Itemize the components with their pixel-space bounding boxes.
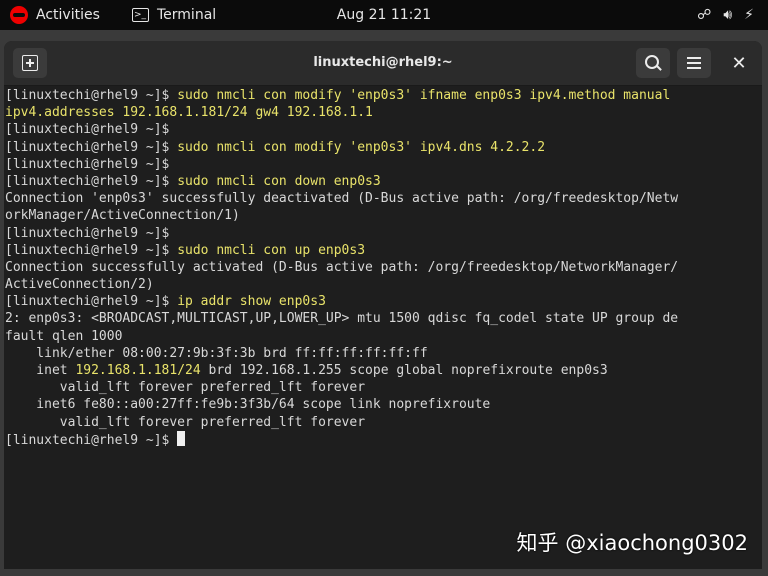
terminal-line: fault qlen 1000 xyxy=(5,328,123,344)
terminal-prompt-line[interactable]: [linuxtechi@rhel9 ~]$ xyxy=(5,430,762,448)
terminal-line: [linuxtechi@rhel9 ~]$ sudo nmcli con dow… xyxy=(5,173,381,189)
close-button[interactable]: ✕ xyxy=(722,48,756,78)
new-tab-icon xyxy=(22,55,38,71)
search-button[interactable] xyxy=(636,48,670,78)
watermark: 知乎 @xiaochong0302 xyxy=(516,531,748,555)
clock[interactable]: Aug 21 11:21 xyxy=(337,7,431,23)
close-icon: ✕ xyxy=(731,52,747,74)
terminal-line: orkManager/ActiveConnection/1) xyxy=(5,208,240,224)
menu-button[interactable] xyxy=(677,48,711,78)
search-icon xyxy=(644,54,659,69)
battery-icon: ⚡ xyxy=(744,7,754,23)
terminal-icon: >_ xyxy=(132,8,149,22)
activities-label: Activities xyxy=(36,7,100,23)
redhat-logo-icon xyxy=(10,6,28,24)
system-status-area[interactable]: ☍ 🔊︎ ⚡ xyxy=(697,0,754,30)
terminal-line: [linuxtechi@rhel9 ~]$ sudo nmcli con up … xyxy=(5,242,366,258)
app-menu-label: Terminal xyxy=(157,7,217,23)
terminal-line: [linuxtechi@rhel9 ~]$ xyxy=(5,156,170,172)
terminal-line: Connection 'enp0s3' successfully deactiv… xyxy=(5,191,679,207)
terminal-line: 2: enp0s3: <BROADCAST,MULTICAST,UP,LOWER… xyxy=(5,311,679,327)
terminal-line: valid_lft forever preferred_lft forever xyxy=(5,414,366,430)
terminal-line: valid_lft forever preferred_lft forever xyxy=(5,380,366,396)
terminal-line: [linuxtechi@rhel9 ~]$ xyxy=(5,122,170,138)
terminal-line: [linuxtechi@rhel9 ~]$ xyxy=(5,225,170,241)
terminal-line: Connection successfully activated (D-Bus… xyxy=(5,259,679,275)
text-cursor xyxy=(177,430,186,446)
top-bar: Activities >_ Terminal Aug 21 11:21 ☍ 🔊︎… xyxy=(0,0,768,30)
new-tab-button[interactable] xyxy=(13,48,47,78)
hamburger-menu-icon xyxy=(687,62,701,64)
network-icon: ☍ xyxy=(697,7,712,23)
header-bar: linuxtechi@rhel9:~ ✕ xyxy=(4,41,762,86)
terminal-line: [linuxtechi@rhel9 ~]$ ip addr show enp0s… xyxy=(5,294,326,310)
terminal-line: inet 192.168.1.181/24 brd 192.168.1.255 … xyxy=(5,363,608,378)
terminal-output[interactable]: [linuxtechi@rhel9 ~]$ sudo nmcli con mod… xyxy=(4,86,762,569)
volume-icon: 🔊︎ xyxy=(723,7,733,23)
terminal-line: link/ether 08:00:27:9b:3f:3b brd ff:ff:f… xyxy=(5,345,428,361)
app-menu-terminal[interactable]: >_ Terminal xyxy=(132,0,216,30)
terminal-line: ActiveConnection/2) xyxy=(5,277,154,293)
clock-area: Aug 21 11:21 xyxy=(0,0,768,30)
terminal-line: [linuxtechi@rhel9 ~]$ sudo nmcli con mod… xyxy=(5,139,546,155)
terminal-line: [linuxtechi@rhel9 ~]$ sudo nmcli con mod… xyxy=(5,88,671,103)
terminal-window: linuxtechi@rhel9:~ ✕ [linuxtechi@rhel9 ~… xyxy=(4,41,762,569)
terminal-line: inet6 fe80::a00:27ff:fe9b:3f3b/64 scope … xyxy=(5,397,491,413)
activities-button[interactable]: Activities xyxy=(10,0,100,30)
terminal-line: ipv4.addresses 192.168.1.181/24 gw4 192.… xyxy=(5,105,373,121)
